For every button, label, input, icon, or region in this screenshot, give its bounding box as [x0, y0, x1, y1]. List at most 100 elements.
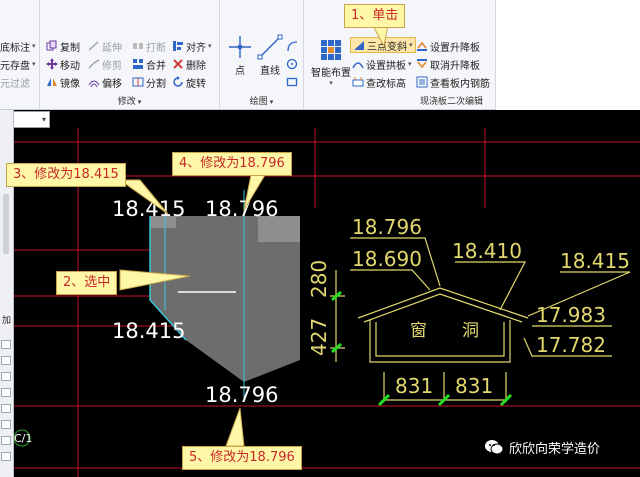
chevron-down-icon: ▾: [32, 42, 36, 50]
axis-label: C/1: [14, 432, 32, 445]
align-label: 对齐: [186, 42, 206, 54]
watermark: 欣欣向荣学造价: [484, 436, 600, 458]
rebar-icon: [416, 76, 428, 88]
rectangle-button[interactable]: [286, 74, 300, 90]
callout-modify-3: 5、修改为18.796: [182, 446, 302, 470]
callout-modify-2-text: 4、修改为18.796: [179, 156, 285, 171]
offset-button[interactable]: 偏移: [88, 74, 122, 90]
break-button[interactable]: 打断: [132, 38, 166, 54]
window-label-a: 窗: [410, 321, 427, 341]
circle-button[interactable]: [286, 56, 300, 72]
merge-button[interactable]: 合并: [132, 56, 166, 72]
ribbon-group-draw: 点 直线 绘图 ▾: [220, 0, 304, 110]
delete-icon: [172, 58, 184, 70]
watermark-text: 欣欣向荣学造价: [509, 441, 601, 457]
break-icon: [132, 40, 144, 52]
left-panel-checkbox[interactable]: [1, 436, 11, 445]
offset-label: 偏移: [102, 78, 122, 90]
chevron-down-icon: ▾: [32, 60, 36, 68]
chevron-down-icon: ▾: [329, 79, 333, 87]
rectangle-icon: [286, 76, 298, 88]
modify-group-label[interactable]: 修改 ▾: [40, 94, 219, 107]
left-panel-checkbox[interactable]: [1, 388, 11, 397]
set-lift-button[interactable]: 设置升降板: [416, 38, 480, 54]
chevron-down-icon: ▾: [208, 42, 212, 50]
view-rebar-button[interactable]: 查看板内钢筋: [416, 74, 490, 90]
arch-icon: [352, 58, 364, 70]
copy-label: 复制: [60, 42, 80, 54]
panel-scrollbar[interactable]: [3, 194, 9, 254]
left-panel-checkbox[interactable]: [1, 420, 11, 429]
cancel-lift-label: 取消升降板: [430, 60, 480, 72]
left-panel-checkbox[interactable]: [1, 356, 11, 365]
section-elevation-2: 18.690: [352, 247, 422, 271]
element-filter-button[interactable]: 元过滤: [0, 74, 30, 90]
cancel-lift-button[interactable]: 取消升降板: [416, 56, 480, 72]
dimension-bottom-left: 831: [395, 374, 433, 398]
chevron-down-icon: ▾: [409, 41, 413, 49]
arc-icon: [286, 40, 298, 52]
slab-edit-group-label: 现浇板二次编辑: [304, 94, 495, 107]
copy-button[interactable]: 复制: [46, 38, 80, 54]
three-point-slope-label: 三点变斜: [367, 41, 407, 53]
ribbon-group-partial: 底标注 ▾ 元存盘 ▾ 元过滤: [0, 0, 40, 110]
align-icon: [172, 40, 184, 52]
plan-elevation-top-left[interactable]: 18.415: [112, 197, 185, 221]
callout-modify-1-text: 3、修改为18.415: [13, 167, 119, 182]
grid-layout-icon: [321, 40, 341, 60]
rotate-label: 旋转: [186, 78, 206, 90]
delete-button[interactable]: 删除: [172, 56, 206, 72]
callout-modify-2: 4、修改为18.796: [172, 152, 292, 176]
view-elevation-button[interactable]: 查改标高: [352, 74, 406, 90]
left-panel-checkbox[interactable]: [1, 340, 11, 349]
callout-select-text: 2、选中: [63, 275, 111, 290]
dimension-left-top: 280: [307, 260, 331, 298]
offset-icon: [88, 76, 100, 88]
callout-click: 1、单击: [344, 4, 406, 28]
left-panel-checkbox[interactable]: [1, 404, 11, 413]
circle-icon: [286, 58, 298, 70]
plan-elevation-bottom[interactable]: 18.796: [205, 383, 278, 407]
callout-select: 2、选中: [56, 271, 118, 295]
rotate-button[interactable]: 旋转: [172, 74, 206, 90]
extend-label: 延伸: [102, 42, 122, 54]
plan-elevation-mid-left[interactable]: 18.415: [112, 319, 185, 343]
window-label-b: 洞: [462, 321, 479, 341]
set-lift-label: 设置升降板: [430, 42, 480, 54]
left-panel-add[interactable]: 加: [0, 313, 13, 326]
section-elevation-4: 18.415: [560, 249, 630, 273]
trim-label: 修剪: [102, 60, 122, 72]
three-point-slope-button[interactable]: 三点变斜 ▾: [350, 37, 416, 53]
left-panel-checkbox[interactable]: [1, 452, 11, 461]
mirror-button[interactable]: 镜像: [46, 74, 80, 90]
element-save-button[interactable]: 元存盘 ▾: [0, 56, 36, 72]
slab-edit-group-text: 现浇板二次编辑: [419, 97, 483, 107]
delete-label: 删除: [186, 60, 206, 72]
ribbon-group-modify: 复制 延伸 打断 对齐 ▾ 移动 修剪 合并 删除 镜像 偏移 分割 旋转 修改 ▾: [40, 0, 220, 110]
extend-button[interactable]: 延伸: [88, 38, 122, 54]
element-filter-label: 元过滤: [0, 78, 30, 90]
section-elevation-3: 18.410: [452, 239, 522, 263]
arc-button[interactable]: [286, 38, 300, 54]
line-button[interactable]: 直线: [250, 34, 290, 78]
set-arch-button[interactable]: 设置拱板 ▾: [352, 56, 412, 72]
split-icon: [132, 76, 144, 88]
ribbon-empty-area: [496, 0, 640, 110]
chevron-down-icon: ▾: [269, 98, 274, 106]
plan-elevation-top-right[interactable]: 18.796: [205, 197, 278, 221]
draw-group-text: 绘图: [249, 97, 268, 107]
left-panel-checkbox[interactable]: [1, 372, 11, 381]
callout-click-text: 1、单击: [351, 8, 399, 23]
element-save-label: 元存盘: [0, 60, 30, 72]
move-icon: [46, 58, 58, 70]
bottom-dimension-button[interactable]: 底标注 ▾: [0, 38, 36, 54]
move-button[interactable]: 移动: [46, 56, 80, 72]
wechat-icon: [485, 440, 504, 455]
trim-button[interactable]: 修剪: [88, 56, 122, 72]
draw-group-label[interactable]: 绘图 ▾: [220, 94, 303, 107]
split-button[interactable]: 分割: [132, 74, 166, 90]
chevron-down-icon: ▾: [41, 115, 46, 124]
left-panel-add-label: 加: [1, 316, 11, 326]
smart-layout-button[interactable]: 智能布置 ▾: [310, 38, 352, 87]
align-button[interactable]: 对齐 ▾: [172, 38, 212, 54]
